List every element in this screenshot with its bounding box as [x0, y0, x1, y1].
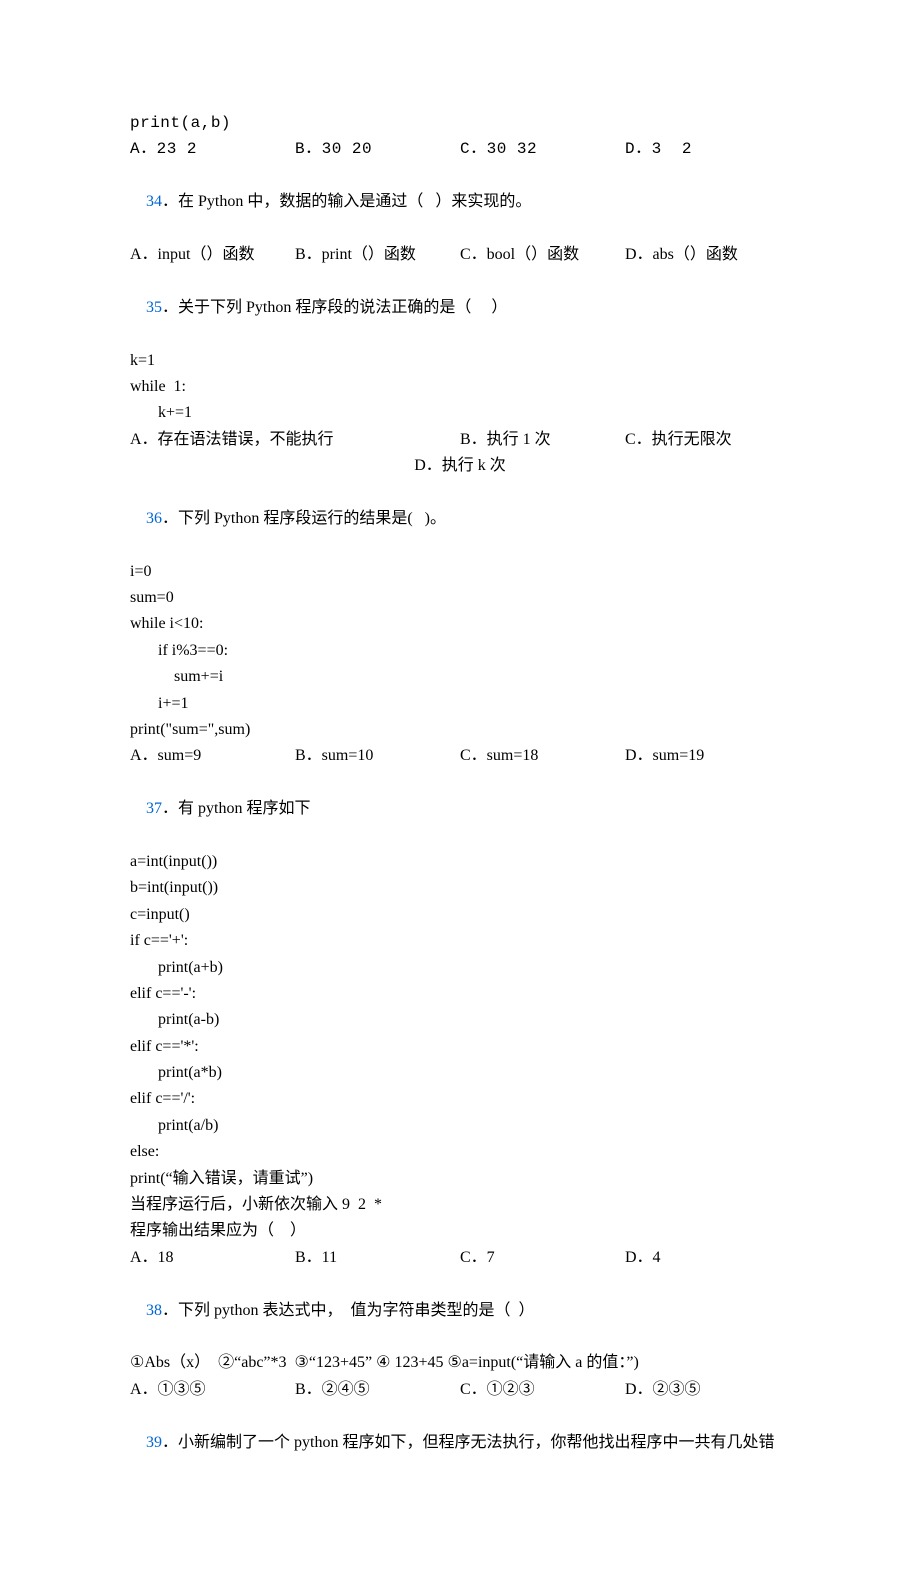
q36-code-3: while i<10:	[130, 611, 790, 637]
q37-opt-d: D．4	[625, 1245, 790, 1271]
q34-options: A．input（）函数 B．print（）函数 C．bool（）函数 D．abs…	[130, 242, 790, 268]
q34-opt-d: D．abs（）函数	[625, 242, 790, 268]
q33-code-line: print(a,b)	[130, 110, 790, 136]
q37-code-10: elif c=='/':	[130, 1086, 790, 1112]
q37-run-2: 程序输出结果应为（ ）	[130, 1218, 790, 1244]
q36-code-4: if i%3==0:	[130, 638, 790, 664]
q37-options: A．18 B．11 C．7 D．4	[130, 1245, 790, 1271]
q37-code-12: else:	[130, 1139, 790, 1165]
q37-code-7: print(a-b)	[130, 1007, 790, 1033]
q38-number: 38	[146, 1302, 162, 1319]
q36-code-5: sum+=i	[130, 664, 790, 690]
q35-stem: 35．关于下列 Python 程序段的说法正确的是（ ）	[130, 268, 790, 347]
q35-opt-d: D．执行 k 次	[130, 453, 790, 479]
q36-stem-text: ．下列 Python 程序段运行的结果是( )。	[162, 510, 446, 527]
q38-opt-d: D．②③⑤	[625, 1377, 790, 1403]
q37-code-13: print(“输入错误，请重试”)	[130, 1166, 790, 1192]
q38-opt-b: B．②④⑤	[295, 1377, 460, 1403]
q36-stem: 36．下列 Python 程序段运行的结果是( )。	[130, 479, 790, 558]
q37-opt-a: A．18	[130, 1245, 295, 1271]
q35-options-row1: A．存在语法错误，不能执行 B．执行 1 次 C．执行无限次	[130, 427, 790, 453]
q33-opt-c: C．30 32	[460, 136, 625, 162]
q34-opt-a: A．input（）函数	[130, 242, 295, 268]
q38-opt-c: C．①②③	[460, 1377, 625, 1403]
q36-options: A．sum=9 B．sum=10 C．sum=18 D．sum=19	[130, 743, 790, 769]
q34-stem: 34．在 Python 中，数据的输入是通过（ ）来实现的。	[130, 163, 790, 242]
q37-code-6: elif c=='-':	[130, 981, 790, 1007]
q37-code-8: elif c=='*':	[130, 1034, 790, 1060]
q37-stem-text: ．有 python 程序如下	[162, 800, 310, 817]
q33-opt-d: D．3 2	[625, 136, 790, 162]
q37-code-1: a=int(input())	[130, 849, 790, 875]
q33-opt-a: A．23 2	[130, 136, 295, 162]
q37-code-5: print(a+b)	[130, 955, 790, 981]
q35-code-2: while 1:	[130, 374, 790, 400]
q34-opt-b: B．print（）函数	[295, 242, 460, 268]
q38-stem: 38．下列 python 表达式中， 值为字符串类型的是（ ）	[130, 1271, 790, 1350]
q36-number: 36	[146, 510, 162, 527]
q37-opt-c: C．7	[460, 1245, 625, 1271]
q37-code-11: print(a/b)	[130, 1113, 790, 1139]
q37-code-3: c=input()	[130, 902, 790, 928]
q36-code-6: i+=1	[130, 691, 790, 717]
q38-stem-text: ．下列 python 表达式中， 值为字符串类型的是（ ）	[162, 1302, 534, 1319]
q35-opt-c: C．执行无限次	[625, 427, 790, 453]
q38-options: A．①③⑤ B．②④⑤ C．①②③ D．②③⑤	[130, 1377, 790, 1403]
q37-number: 37	[146, 800, 162, 817]
q37-opt-b: B．11	[295, 1245, 460, 1271]
q35-code-3: k+=1	[130, 400, 790, 426]
q33-opt-b: B．30 20	[295, 136, 460, 162]
q36-code-1: i=0	[130, 559, 790, 585]
q36-opt-b: B．sum=10	[295, 743, 460, 769]
q36-code-2: sum=0	[130, 585, 790, 611]
q37-stem: 37．有 python 程序如下	[130, 770, 790, 849]
q38-list: ①Abs（x） ②“abc”*3 ③“123+45” ④ 123+45 ⑤a=i…	[130, 1350, 790, 1376]
q36-opt-a: A．sum=9	[130, 743, 295, 769]
q34-number: 34	[146, 193, 162, 210]
q35-stem-text: ．关于下列 Python 程序段的说法正确的是（ ）	[162, 299, 507, 316]
q38-opt-a: A．①③⑤	[130, 1377, 295, 1403]
q35-opt-b: B．执行 1 次	[460, 427, 625, 453]
q33-options: A．23 2 B．30 20 C．30 32 D．3 2	[130, 136, 790, 162]
q39-number: 39	[146, 1434, 162, 1451]
q39-stem-text: ．小新编制了一个 python 程序如下，但程序无法执行，你帮他找出程序中一共有…	[162, 1434, 774, 1451]
q36-code-7: print("sum=",sum)	[130, 717, 790, 743]
q35-number: 35	[146, 299, 162, 316]
q37-run-1: 当程序运行后，小新依次输入 9 2 *	[130, 1192, 790, 1218]
page-content: print(a,b) A．23 2 B．30 20 C．30 32 D．3 2 …	[0, 0, 920, 1572]
q37-code-4: if c=='+':	[130, 928, 790, 954]
q37-code-2: b=int(input())	[130, 875, 790, 901]
q35-code-1: k=1	[130, 348, 790, 374]
q34-opt-c: C．bool（）函数	[460, 242, 625, 268]
q36-opt-c: C．sum=18	[460, 743, 625, 769]
q39-stem: 39．小新编制了一个 python 程序如下，但程序无法执行，你帮他找出程序中一…	[130, 1403, 790, 1482]
q35-opt-a: A．存在语法错误，不能执行	[130, 427, 460, 453]
q34-stem-text: ．在 Python 中，数据的输入是通过（ ）来实现的。	[162, 193, 531, 210]
q35-options-row2: D．执行 k 次	[130, 453, 790, 479]
q37-code-9: print(a*b)	[130, 1060, 790, 1086]
q36-opt-d: D．sum=19	[625, 743, 790, 769]
